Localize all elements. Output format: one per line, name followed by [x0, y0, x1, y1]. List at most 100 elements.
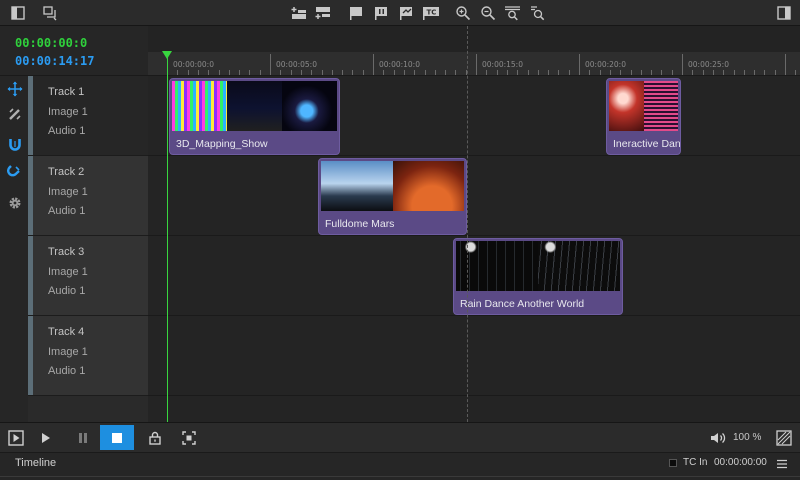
- ruler-header: [148, 26, 800, 52]
- track-color-bar: [28, 316, 33, 395]
- pause-button[interactable]: [71, 427, 95, 449]
- timeline-app: TC 00:00:00:0 00:00:14:17 Track 1 Image …: [0, 0, 800, 480]
- zoom-out-icon[interactable]: [479, 4, 497, 22]
- track-audio-layer: Audio 1: [48, 365, 86, 377]
- snap-icon[interactable]: [6, 162, 24, 180]
- track-header-4[interactable]: Track 4 Image 1 Audio 1: [28, 316, 148, 396]
- track-name: Track 4: [48, 326, 85, 338]
- ruler-tick-label: 00:00:25:0: [688, 60, 729, 69]
- settings-icon[interactable]: [6, 194, 24, 212]
- timecode-display: 00:00:00:0 00:00:14:17: [0, 26, 148, 76]
- playhead[interactable]: [167, 52, 168, 422]
- layers-icon[interactable]: [41, 4, 59, 22]
- track-image-layer: Image 1: [48, 186, 88, 198]
- thumbnail-frame: [456, 241, 538, 291]
- lane-divider: [148, 155, 800, 156]
- tool-column: [0, 76, 30, 422]
- waveform-toggle-icon[interactable]: [772, 427, 796, 449]
- ruler-tick-label: 00:00:15:0: [482, 60, 523, 69]
- flag-icon[interactable]: [347, 4, 365, 22]
- zoom-in-icon[interactable]: [454, 4, 472, 22]
- thumbnail-frame: [643, 81, 678, 131]
- thumbnail-frame: [282, 81, 337, 131]
- time-ruler[interactable]: 00:00:00:0 00:00:05:0 00:00:10:0 00:00:1…: [148, 52, 800, 76]
- track-name: Track 1: [48, 86, 85, 98]
- panel-left-icon[interactable]: [9, 4, 27, 22]
- thumbnail-frame: [392, 161, 464, 211]
- fullscreen-icon[interactable]: [177, 427, 201, 449]
- clip-thumbnails: [456, 241, 620, 291]
- ruler-tick-label: 00:00:05:0: [276, 60, 317, 69]
- lane-divider: [148, 315, 800, 316]
- svg-text:TC: TC: [427, 9, 437, 17]
- thumbnail-frame: [321, 161, 393, 211]
- thumbnail-frame: [538, 241, 620, 291]
- track-color-bar: [28, 236, 33, 315]
- lane-divider: [148, 395, 800, 396]
- clip-label: 3D_Mapping_Show: [176, 138, 268, 150]
- trim-icon[interactable]: [6, 105, 24, 123]
- zoom-reset-icon[interactable]: [529, 4, 547, 22]
- playhead-handle[interactable]: [162, 51, 172, 59]
- stop-button[interactable]: [100, 425, 134, 450]
- track-audio-layer: Audio 1: [48, 285, 86, 297]
- ruler-tick-label: 00:00:20:0: [585, 60, 626, 69]
- ruler-tick-label: 00:00:00:0: [173, 60, 214, 69]
- track-image-layer: Image 1: [48, 266, 88, 278]
- timeline-lanes[interactable]: 3D_Mapping_Show Ineractive Dan Fulldome …: [148, 76, 800, 422]
- menu-icon[interactable]: [776, 457, 788, 469]
- jump-marker-icon[interactable]: [397, 4, 415, 22]
- track-audio-layer: Audio 1: [48, 125, 86, 137]
- play-button[interactable]: [34, 427, 58, 449]
- clip-interactive-dance[interactable]: Ineractive Dan: [606, 78, 681, 155]
- volume-icon[interactable]: [706, 427, 730, 449]
- clip-rain-dance-another-world[interactable]: Rain Dance Another World: [453, 238, 623, 315]
- tc-in-value[interactable]: 00:00:00:00: [714, 457, 767, 468]
- track-audio-layer: Audio 1: [48, 205, 86, 217]
- track-color-bar: [28, 76, 33, 155]
- add-track-above-icon[interactable]: [290, 4, 308, 22]
- clip-3d-mapping-show[interactable]: 3D_Mapping_Show: [169, 78, 340, 155]
- zoom-fit-icon[interactable]: [504, 4, 522, 22]
- track-name: Track 2: [48, 166, 85, 178]
- track-color-bar: [28, 156, 33, 235]
- clip-fulldome-mars[interactable]: Fulldome Mars: [318, 158, 467, 235]
- thumbnail-frame: [172, 81, 227, 131]
- track-header-1[interactable]: Track 1 Image 1 Audio 1: [28, 76, 148, 156]
- play-from-start-button[interactable]: [4, 427, 28, 449]
- tc-marker-icon[interactable]: TC: [422, 4, 440, 22]
- track-header-3[interactable]: Track 3 Image 1 Audio 1: [28, 236, 148, 316]
- track-headers: Track 1 Image 1 Audio 1 Track 2 Image 1 …: [28, 76, 148, 422]
- clip-label: Rain Dance Another World: [460, 298, 585, 310]
- clip-label: Fulldome Mars: [325, 218, 395, 230]
- clip-thumbnails: [172, 81, 337, 131]
- clip-label: Ineractive Dan: [613, 138, 681, 150]
- panel-right-icon[interactable]: [775, 4, 793, 22]
- add-track-below-icon[interactable]: [314, 4, 332, 22]
- pause-marker-icon[interactable]: [372, 4, 390, 22]
- hover-cursor-line: [467, 26, 468, 422]
- transport-controls: 100 %: [0, 422, 800, 452]
- tc-in-checkbox[interactable]: [669, 459, 677, 467]
- duration-timecode: 00:00:14:17: [15, 54, 95, 68]
- clip-thumbnails: [321, 161, 464, 211]
- track-header-2[interactable]: Track 2 Image 1 Audio 1: [28, 156, 148, 236]
- status-bar: Timeline TC In 00:00:00:00: [0, 452, 800, 480]
- current-timecode: 00:00:00:0: [15, 36, 88, 50]
- thumbnail-frame: [227, 81, 282, 131]
- status-divider: [0, 476, 800, 477]
- track-image-layer: Image 1: [48, 106, 88, 118]
- thumbnail-frame: [609, 81, 644, 131]
- lock-icon[interactable]: [143, 427, 167, 449]
- magnet-icon[interactable]: [6, 136, 24, 154]
- track-image-layer: Image 1: [48, 346, 88, 358]
- tc-in-label: TC In: [683, 457, 708, 468]
- track-name: Track 3: [48, 246, 85, 258]
- tab-timeline[interactable]: Timeline: [15, 457, 56, 469]
- lane-divider: [148, 235, 800, 236]
- volume-level[interactable]: 100 %: [733, 432, 761, 443]
- top-toolbar: TC: [0, 0, 800, 26]
- ruler-tick-label: 00:00:10:0: [379, 60, 420, 69]
- clip-thumbnails: [609, 81, 678, 131]
- move-icon[interactable]: [6, 80, 24, 98]
